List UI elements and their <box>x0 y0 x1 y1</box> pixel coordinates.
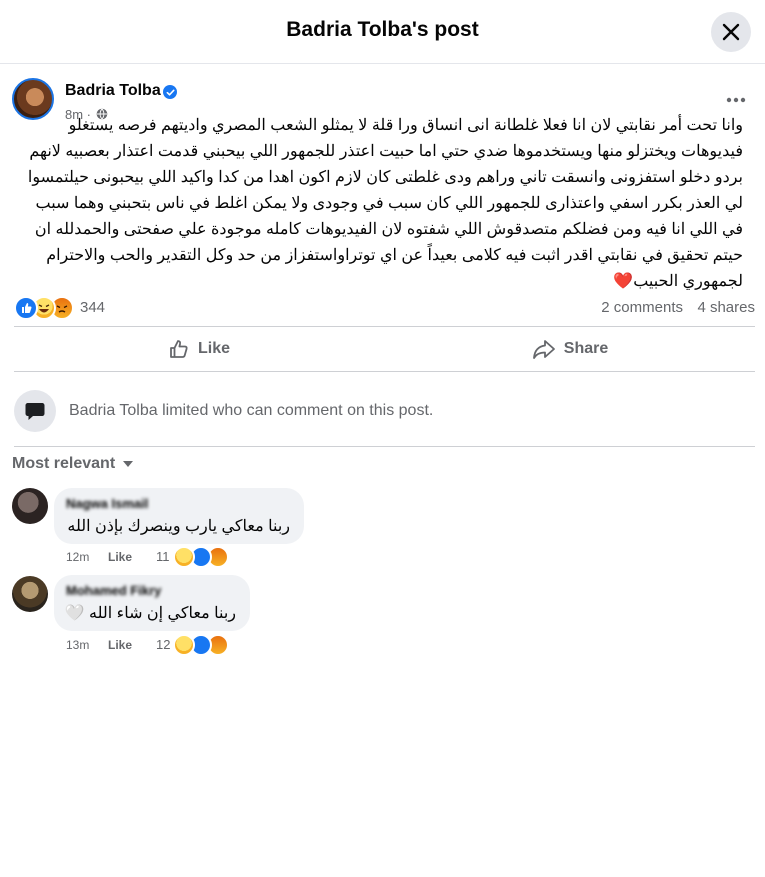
post-line: وانا تحت أمر نقابتي لان انا فعلا غلطانة … <box>68 117 743 134</box>
post-line: لي العذر بكرر اسفي واعتذارى للجمهور اللي… <box>35 195 743 212</box>
comment-restriction-notice: Badria Tolba limited who can comment on … <box>14 388 755 434</box>
comment-time[interactable]: 13m <box>66 638 89 652</box>
comment-bubble: Nagwa Ismail ربنا معاكي يارب وينصرك بإذن… <box>54 488 304 544</box>
post-line: بردو دخلو استفزونى وانسقت تاني وراهم ودى… <box>27 169 743 186</box>
post-line: فيديوهات ويختزلو منها ويستخدموها ضدي حتي… <box>29 143 743 160</box>
comment-text: ربنا معاكي يارب وينصرك بإذن الله <box>67 518 290 535</box>
reaction-count[interactable]: 344 <box>80 299 105 316</box>
author-name[interactable]: Badria Tolba <box>65 82 161 100</box>
share-button[interactable]: Share <box>385 327 755 371</box>
reactions-summary: 344 2 comments 4 shares <box>14 296 755 320</box>
commenter-avatar[interactable] <box>12 488 48 524</box>
sort-label: Most relevant <box>12 455 116 472</box>
post-line: في اللي انا فيه ومن فضلكم متصدقوش اللي ش… <box>34 221 743 238</box>
comment-like-button[interactable]: Like <box>108 550 132 564</box>
comment-reaction-count[interactable]: 11 <box>156 549 170 564</box>
haha-reaction-icon <box>173 546 195 568</box>
comment-time[interactable]: 12m <box>66 550 89 564</box>
more-dots-icon <box>726 97 746 103</box>
commenter-name[interactable]: Nagwa Ismail <box>66 496 148 511</box>
comment-bubble: Mohamed Fikry ربنا معاكي إن شاء الله 🤍 <box>54 575 250 631</box>
close-button[interactable] <box>711 12 751 52</box>
commenter-name[interactable]: Mohamed Fikry <box>66 583 161 598</box>
comment-bubble-icon <box>14 390 56 432</box>
haha-reaction-icon <box>173 634 195 656</box>
more-options-button[interactable] <box>722 86 750 114</box>
divider <box>14 446 755 447</box>
share-label: Share <box>563 340 609 357</box>
post-line: لجمهوري الحبيب❤️ <box>613 273 743 290</box>
close-icon <box>722 23 740 41</box>
thumbs-up-icon <box>170 340 188 358</box>
comment-text: ربنا معاكي إن شاء الله 🤍 <box>64 605 236 622</box>
verified-badge-icon <box>163 85 177 99</box>
caret-down-icon <box>123 461 134 467</box>
commenter-avatar[interactable] <box>12 576 48 612</box>
like-reaction-icon[interactable] <box>14 296 38 320</box>
restriction-text: Badria Tolba limited who can comment on … <box>69 402 434 419</box>
comment-like-button[interactable]: Like <box>108 638 132 652</box>
dialog-title: Badria Tolba's post <box>286 18 479 41</box>
post-line: حيتم تحقيق في نقابتي اقدر اثبت فيه كلامى… <box>46 247 743 264</box>
shares-count[interactable]: 4 shares <box>697 299 755 316</box>
share-icon <box>532 340 555 359</box>
post-text: وانا تحت أمر نقابتي لان انا فعلا غلطانة … <box>14 113 743 295</box>
comment-reaction-count[interactable]: 12 <box>156 637 170 652</box>
dialog-header: Badria Tolba's post <box>0 0 765 64</box>
comment-sort-dropdown[interactable]: Most relevant <box>12 455 135 473</box>
post-actions: Like Share <box>14 326 755 372</box>
like-label: Like <box>197 340 230 357</box>
comments-count[interactable]: 2 comments <box>601 299 683 316</box>
like-button[interactable]: Like <box>14 327 384 371</box>
